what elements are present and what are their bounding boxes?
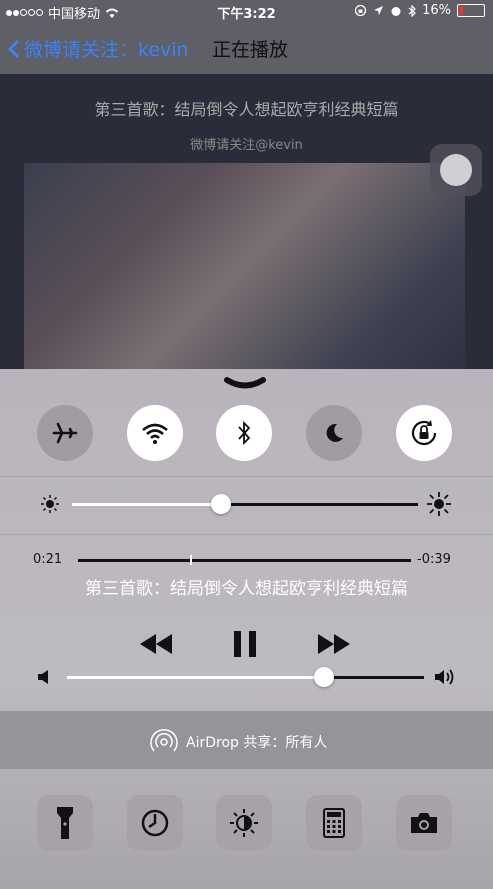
back-button[interactable]: 微博请关注：kevin (8, 35, 189, 62)
camera-icon (411, 813, 437, 833)
bluetooth-toggle[interactable] (216, 405, 272, 461)
brightness-slider-knob[interactable] (210, 494, 231, 514)
assistive-touch-button[interactable] (430, 144, 482, 196)
pause-button[interactable] (233, 631, 257, 657)
nav-bar: 微博请关注：kevin 正在播放 (0, 22, 493, 74)
album-cover-image (24, 163, 465, 370)
status-right: 16% (354, 3, 485, 18)
volume-slider-knob[interactable] (314, 667, 335, 687)
camera-button[interactable] (396, 795, 452, 851)
timer-icon (141, 809, 169, 837)
airplane-mode-toggle[interactable] (37, 405, 93, 461)
elapsed-time: 0:21 (33, 552, 63, 567)
now-playing-view: 第三首歌：结局倒令人想起欧亨利经典短篇 微博请关注@kevin (0, 74, 493, 370)
page-title: 正在播放 (212, 39, 289, 61)
rotation-lock-icon (411, 420, 437, 446)
calculator-icon (323, 808, 345, 838)
song-title: 第三首歌：结局倒令人想起欧亨利经典短篇 (94, 100, 399, 119)
battery-icon (457, 4, 485, 17)
wifi-icon (142, 423, 168, 444)
remaining-time: -0:39 (417, 552, 451, 567)
airplane-icon (52, 422, 78, 444)
battery-percent: 16% (422, 3, 451, 18)
volume-low-icon (38, 670, 48, 684)
divider (0, 534, 493, 535)
back-label: 微博请关注：kevin (24, 39, 189, 61)
alarm-icon (391, 6, 401, 16)
flashlight-button[interactable] (37, 795, 93, 851)
airdrop-button[interactable]: AirDrop 共享：所有人 (0, 711, 493, 769)
playback-position-indicator[interactable] (190, 555, 193, 565)
moon-icon (326, 423, 343, 442)
song-subtitle: 微博请关注@kevin (190, 138, 303, 153)
night-shift-icon (230, 809, 258, 837)
calculator-button[interactable] (306, 795, 362, 851)
control-center: 0:21 -0:39 第三首歌：结局倒令人想起欧亨利经典短篇 AirDrop 共… (0, 369, 493, 889)
airdrop-content: AirDrop 共享：所有人 (150, 728, 327, 756)
do-not-disturb-toggle[interactable] (306, 405, 362, 461)
chevron-left-icon (8, 39, 20, 58)
night-shift-button[interactable] (216, 795, 272, 851)
fast-forward-button[interactable] (317, 633, 351, 655)
toggle-row (0, 399, 493, 463)
volume-high-icon (435, 669, 454, 685)
bluetooth-icon (238, 420, 251, 446)
status-bar: 中国移动 下午3:22 16% (0, 0, 493, 22)
playback-progress-track[interactable] (78, 559, 411, 562)
cc-song-title: 第三首歌：结局倒令人想起欧亨利经典短篇 (85, 579, 408, 599)
brightness-fill (72, 503, 221, 506)
orientation-lock-icon (354, 4, 367, 17)
timer-button[interactable] (127, 795, 183, 851)
dismiss-chevron-icon[interactable] (224, 377, 266, 391)
brightness-low-icon (41, 495, 59, 513)
flashlight-icon (57, 807, 73, 839)
airdrop-icon (150, 728, 178, 752)
divider (0, 476, 493, 477)
brightness-high-icon (427, 492, 451, 516)
airdrop-label: AirDrop 共享：所有人 (186, 735, 328, 751)
bluetooth-status-icon (408, 4, 416, 17)
rotation-lock-toggle[interactable] (396, 405, 452, 461)
wifi-toggle[interactable] (127, 405, 183, 461)
volume-fill (67, 676, 325, 679)
rewind-button[interactable] (139, 633, 173, 655)
location-icon (374, 6, 384, 15)
